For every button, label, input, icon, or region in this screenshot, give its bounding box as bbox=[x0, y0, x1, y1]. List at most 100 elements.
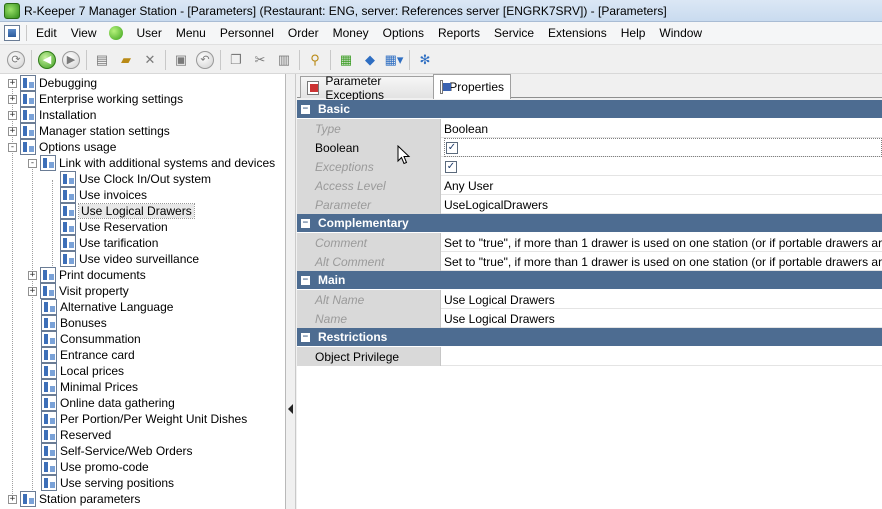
property-value[interactable] bbox=[444, 347, 882, 366]
tab-parameter-exceptions[interactable]: Parameter Exceptions bbox=[300, 74, 434, 102]
parameter-group-icon bbox=[20, 123, 36, 139]
view-icon[interactable]: ▦▾ bbox=[384, 50, 404, 70]
expand-icon[interactable]: + bbox=[8, 94, 17, 104]
tree-item-debugging[interactable]: + Debugging bbox=[8, 75, 97, 91]
open-folder-icon[interactable]: ▰ bbox=[116, 50, 136, 70]
collapse-icon[interactable]: − bbox=[301, 104, 310, 114]
category-complementary[interactable]: − Complementary bbox=[297, 214, 882, 232]
tree-item-local-prices[interactable]: Local prices bbox=[41, 363, 124, 379]
delete-icon[interactable]: ✕ bbox=[140, 50, 160, 70]
menu-personnel[interactable]: Personnel bbox=[213, 26, 281, 40]
property-name-row[interactable]: Name Use Logical Drawers bbox=[297, 309, 882, 328]
property-boolean[interactable]: Boolean ✓ bbox=[297, 138, 882, 157]
menu-service[interactable]: Service bbox=[487, 26, 541, 40]
settings-icon[interactable]: ✻ bbox=[415, 50, 435, 70]
property-alt-comment[interactable]: Alt Comment Set to "true", if more than … bbox=[297, 252, 882, 271]
export-icon[interactable]: ▦ bbox=[336, 50, 356, 70]
menu-edit[interactable]: Edit bbox=[29, 26, 64, 40]
tree-item-installation[interactable]: + Installation bbox=[8, 107, 96, 123]
menu-extensions[interactable]: Extensions bbox=[541, 26, 614, 40]
tree-item-consummation[interactable]: Consummation bbox=[41, 331, 141, 347]
refresh-icon[interactable]: ⟳ bbox=[6, 50, 26, 70]
tree-item-use-reservation[interactable]: Use Reservation bbox=[60, 219, 168, 235]
menu-user[interactable]: User bbox=[129, 26, 168, 40]
menu-order[interactable]: Order bbox=[281, 26, 326, 40]
property-name: Boolean bbox=[297, 138, 441, 157]
property-parameter[interactable]: Parameter UseLogicalDrawers bbox=[297, 195, 882, 214]
menu-menu[interactable]: Menu bbox=[169, 26, 213, 40]
tree-item-online-data-gathering[interactable]: Online data gathering bbox=[41, 395, 175, 411]
menu-view[interactable]: View bbox=[64, 26, 104, 40]
property-type[interactable]: Type Boolean bbox=[297, 119, 882, 138]
tree-item-alternative-language[interactable]: Alternative Language bbox=[41, 299, 173, 315]
tree-item-entrance-card[interactable]: Entrance card bbox=[41, 347, 135, 363]
cut-icon[interactable]: ✂ bbox=[250, 50, 270, 70]
tree-item-visit-property[interactable]: + Visit property bbox=[28, 283, 129, 299]
menu-options[interactable]: Options bbox=[376, 26, 431, 40]
collapse-icon[interactable]: − bbox=[301, 275, 310, 285]
tree-item-reserved[interactable]: Reserved bbox=[41, 427, 111, 443]
menu-help[interactable]: Help bbox=[614, 26, 653, 40]
back-icon[interactable]: ◀ bbox=[37, 50, 57, 70]
property-alt-name[interactable]: Alt Name Use Logical Drawers bbox=[297, 290, 882, 309]
collapse-arrow-icon[interactable] bbox=[288, 404, 293, 414]
new-icon[interactable]: ▤ bbox=[92, 50, 112, 70]
tab-properties[interactable]: Properties bbox=[433, 74, 511, 99]
tree-item-link-with-additional-systems[interactable]: - Link with additional systems and devic… bbox=[28, 155, 275, 171]
find-icon[interactable]: ⚲ bbox=[305, 50, 325, 70]
expand-icon[interactable]: + bbox=[8, 494, 17, 504]
tree-item-print-documents[interactable]: + Print documents bbox=[28, 267, 146, 283]
forward-icon[interactable]: ▶ bbox=[61, 50, 81, 70]
paste-icon[interactable]: ▥ bbox=[274, 50, 294, 70]
tree-item-self-service-web-orders[interactable]: Self-Service/Web Orders bbox=[41, 443, 193, 459]
collapse-icon[interactable]: − bbox=[301, 218, 310, 228]
property-value[interactable]: ✓ bbox=[444, 138, 882, 157]
tree-item-use-tarification[interactable]: Use tarification bbox=[60, 235, 158, 251]
save-icon[interactable]: ▣ bbox=[171, 50, 191, 70]
expand-icon[interactable]: + bbox=[28, 286, 37, 296]
collapse-icon[interactable]: - bbox=[28, 158, 37, 168]
expand-icon[interactable]: + bbox=[8, 110, 17, 120]
import-icon[interactable]: ◆ bbox=[360, 50, 380, 70]
status-green-icon[interactable] bbox=[109, 26, 124, 40]
menu-money[interactable]: Money bbox=[326, 26, 376, 40]
property-access-level[interactable]: Access Level Any User bbox=[297, 176, 882, 195]
category-basic[interactable]: − Basic bbox=[297, 100, 882, 118]
tree-item-bonuses[interactable]: Bonuses bbox=[41, 315, 107, 331]
collapse-icon[interactable]: - bbox=[8, 142, 17, 152]
mdi-window-icon[interactable] bbox=[4, 25, 20, 41]
tree-item-minimal-prices[interactable]: Minimal Prices bbox=[41, 379, 138, 395]
expand-icon[interactable]: + bbox=[8, 126, 17, 136]
category-main[interactable]: − Main bbox=[297, 271, 882, 289]
property-exceptions[interactable]: Exceptions ✓ bbox=[297, 157, 882, 176]
expand-icon[interactable]: + bbox=[28, 270, 37, 280]
category-label: Restrictions bbox=[318, 330, 388, 344]
tree-item-manager-station-settings[interactable]: + Manager station settings bbox=[8, 123, 170, 139]
tree-item-label: Debugging bbox=[39, 76, 98, 90]
tree-item-per-portion-dishes[interactable]: Per Portion/Per Weight Unit Dishes bbox=[41, 411, 247, 427]
boolean-checkbox[interactable]: ✓ bbox=[446, 141, 458, 154]
exceptions-checkbox[interactable]: ✓ bbox=[445, 160, 457, 173]
panel-splitter[interactable] bbox=[286, 74, 296, 509]
collapse-icon[interactable]: − bbox=[301, 332, 310, 342]
category-restrictions[interactable]: − Restrictions bbox=[297, 328, 882, 346]
expand-icon[interactable]: + bbox=[8, 78, 17, 88]
tree-item-use-invoices[interactable]: Use invoices bbox=[60, 187, 147, 203]
parameter-group-icon bbox=[40, 155, 56, 171]
property-comment[interactable]: Comment Set to "true", if more than 1 dr… bbox=[297, 233, 882, 252]
tree-item-use-promo-code[interactable]: Use promo-code bbox=[41, 459, 149, 475]
tree-item-use-video-surveillance[interactable]: Use video surveillance bbox=[60, 251, 199, 267]
menu-reports[interactable]: Reports bbox=[431, 26, 487, 40]
property-object-privilege[interactable]: Object Privilege bbox=[297, 347, 882, 366]
tree-item-use-serving-positions[interactable]: Use serving positions bbox=[41, 475, 174, 491]
property-name: Parameter bbox=[297, 195, 441, 214]
tree-item-enterprise-working-settings[interactable]: + Enterprise working settings bbox=[8, 91, 183, 107]
undo-icon[interactable]: ↶ bbox=[195, 50, 215, 70]
parameters-tree[interactable]: + Debugging + Enterprise working setting… bbox=[0, 74, 286, 509]
menu-window[interactable]: Window bbox=[652, 26, 709, 40]
tree-item-use-logical-drawers[interactable]: Use Logical Drawers bbox=[60, 203, 195, 219]
tree-item-station-parameters[interactable]: + Station parameters bbox=[8, 491, 140, 507]
tree-item-use-clock-in-out[interactable]: Use Clock In/Out system bbox=[60, 171, 211, 187]
tree-item-options-usage[interactable]: - Options usage bbox=[8, 139, 116, 155]
copy-icon[interactable]: ❐ bbox=[226, 50, 246, 70]
